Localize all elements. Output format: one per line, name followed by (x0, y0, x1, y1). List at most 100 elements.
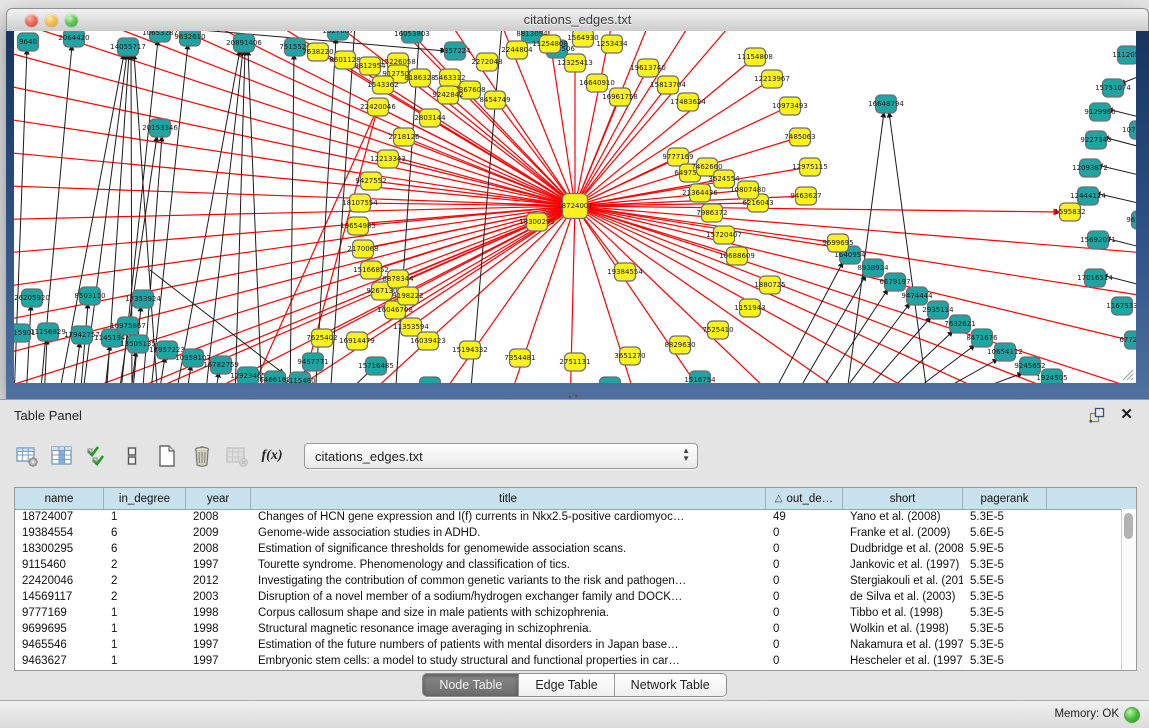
table-cell-title[interactable]: Investigating the contribution of common… (251, 574, 766, 590)
table-row[interactable]: 969969511998Structural magnetic resonanc… (15, 622, 1136, 638)
graph-edge[interactable] (104, 345, 110, 383)
table-row[interactable]: 946362711997Embryonic stem cells: a mode… (15, 654, 1136, 670)
table-cell-short[interactable]: Franke et al. (2009) (843, 526, 963, 542)
table-cell-short[interactable]: Jankovic et al. (1997) (843, 558, 963, 574)
tab-edge-table[interactable]: Edge Table (519, 674, 614, 696)
table-cell-title[interactable]: Estimation of significance thresholds fo… (251, 542, 766, 558)
table-cell-name[interactable]: 9465546 (15, 638, 104, 654)
table-row[interactable]: 946554611997Estimation of the future num… (15, 638, 1136, 654)
table-cell-pagerank[interactable]: 5.3E-5 (963, 638, 1047, 654)
table-cell-pagerank[interactable]: 5.3E-5 (963, 606, 1047, 622)
table-cell-name[interactable]: 22420046 (15, 574, 104, 590)
table-cell-short[interactable]: Hescheler et al. (1997) (843, 654, 963, 670)
column-header-year[interactable]: year (186, 488, 251, 509)
table-row[interactable]: 2242004622012Investigating the contribut… (15, 574, 1136, 590)
table-row[interactable]: 1938455462009Genome-wide association stu… (15, 526, 1136, 542)
table-cell-title[interactable]: Changes of HCN gene expression and I(f) … (251, 510, 766, 526)
table-cell-in_degree[interactable]: 6 (104, 542, 186, 558)
table-cell-year[interactable]: 1997 (186, 558, 251, 574)
table-cell-in_degree[interactable]: 1 (104, 606, 186, 622)
table-cell-in_degree[interactable]: 2 (104, 590, 186, 606)
float-panel-icon[interactable] (1089, 407, 1105, 423)
table-cell-short[interactable]: Yano et al. (2008) (843, 510, 963, 526)
table-select-dropdown[interactable]: citations_edges.txt ▲▼ (304, 443, 698, 469)
delete-column-button[interactable] (189, 443, 215, 469)
table-cell-out_de[interactable]: 0 (766, 558, 843, 574)
graph-edge[interactable] (26, 305, 31, 383)
table-cell-title[interactable]: Corpus callosum shape and size in male p… (251, 606, 766, 622)
function-builder-button[interactable]: f(x) (259, 443, 285, 469)
graph-edge[interactable] (398, 206, 575, 279)
table-cell-title[interactable]: Embryonic stem cells: a model to study s… (251, 654, 766, 670)
graph-edge[interactable] (235, 50, 245, 383)
table-cell-pagerank[interactable]: 5.3E-5 (963, 622, 1047, 638)
graph-edge[interactable] (290, 54, 294, 383)
table-cell-pagerank[interactable]: 5.3E-5 (963, 558, 1047, 574)
graph-edge[interactable] (837, 303, 910, 383)
table-cell-pagerank[interactable]: 5.9E-5 (963, 542, 1047, 558)
graph-edge[interactable] (880, 331, 953, 383)
table-cell-short[interactable]: Stergiakouli et al. (2012) (843, 574, 963, 590)
table-cell-title[interactable]: Tourette syndrome. Phenomenology and cla… (251, 558, 766, 574)
table-cell-name[interactable]: 9777169 (15, 606, 104, 622)
table-row[interactable]: 1872400712008Changes of HCN gene express… (15, 510, 1136, 526)
network-canvas[interactable]: 9640206442014055717106532879632610208914… (14, 31, 1136, 383)
table-cell-in_degree[interactable]: 1 (104, 654, 186, 670)
table-cell-out_de[interactable]: 0 (766, 606, 843, 622)
table-cell-short[interactable]: Wolkin et al. (1998) (843, 622, 963, 638)
table-cell-year[interactable]: 2008 (186, 510, 251, 526)
table-cell-in_degree[interactable]: 2 (104, 558, 186, 574)
graph-edge[interactable] (248, 50, 262, 383)
table-cell-name[interactable]: 9115460 (15, 558, 104, 574)
table-settings-button[interactable] (14, 443, 40, 469)
table-row[interactable]: 977716911998Corpus callosum shape and si… (15, 606, 1136, 622)
table-cell-name[interactable]: 14569117 (15, 590, 104, 606)
table-cell-short[interactable]: Nakamura et al. (1997) (843, 638, 963, 654)
table-cell-year[interactable]: 2009 (186, 526, 251, 542)
delete-table-button-disabled[interactable] (224, 443, 250, 469)
table-cell-name[interactable]: 9699695 (15, 622, 104, 638)
column-header-name[interactable]: name (15, 488, 104, 509)
graph-edge[interactable] (72, 342, 80, 383)
table-cell-out_de[interactable]: 0 (766, 526, 843, 542)
graph-edge[interactable] (575, 206, 1060, 212)
table-cell-short[interactable]: Tibbo et al. (1998) (843, 606, 963, 622)
column-header-pagerank[interactable]: pagerank (963, 488, 1047, 509)
table-cell-pagerank[interactable]: 5.3E-5 (963, 654, 1047, 670)
table-cell-in_degree[interactable]: 6 (104, 526, 186, 542)
row-options-button[interactable] (119, 443, 145, 469)
scrollbar-thumb[interactable] (1124, 513, 1133, 539)
tab-node-table[interactable]: Node Table (423, 674, 519, 696)
graph-edge[interactable] (902, 345, 975, 383)
table-cell-in_degree[interactable]: 1 (104, 510, 186, 526)
table-row[interactable]: 911546021997Tourette syndrome. Phenomeno… (15, 558, 1136, 574)
table-cell-pagerank[interactable]: 5.3E-5 (963, 590, 1047, 606)
close-panel-icon[interactable]: ✕ (1120, 405, 1133, 423)
table-cell-pagerank[interactable]: 5.5E-5 (963, 574, 1047, 590)
graph-edge[interactable] (925, 359, 998, 383)
new-column-button[interactable] (154, 443, 180, 469)
table-cell-out_de[interactable]: 49 (766, 510, 843, 526)
table-cell-year[interactable]: 2008 (186, 542, 251, 558)
table-cell-name[interactable]: 18300295 (15, 542, 104, 558)
table-cell-year[interactable]: 1997 (186, 638, 251, 654)
table-cell-year[interactable]: 2003 (186, 590, 251, 606)
table-cell-short[interactable]: Dudbridge et al. (2008) (843, 542, 963, 558)
table-cell-pagerank[interactable]: 5.3E-5 (963, 510, 1047, 526)
column-header-out_de[interactable]: △out_de… (766, 488, 843, 509)
memory-status-led-icon[interactable] (1124, 707, 1140, 723)
table-row[interactable]: 1830029562008Estimation of significance … (15, 542, 1136, 558)
table-cell-in_degree[interactable]: 1 (104, 622, 186, 638)
graph-edge[interactable] (430, 118, 575, 206)
canvas-resize-grip[interactable] (1120, 367, 1134, 381)
table-cell-title[interactable]: Estimation of the future numbers of pati… (251, 638, 766, 654)
table-cell-out_de[interactable]: 0 (766, 654, 843, 670)
tab-network-table[interactable]: Network Table (615, 674, 726, 696)
column-header-short[interactable]: short (843, 488, 963, 509)
table-cell-out_de[interactable]: 0 (766, 542, 843, 558)
graph-edge[interactable] (430, 206, 575, 383)
table-cell-title[interactable]: Disruption of a novel member of a sodium… (251, 590, 766, 606)
select-all-button[interactable] (84, 443, 110, 469)
table-cell-in_degree[interactable]: 2 (104, 574, 186, 590)
table-cell-out_de[interactable]: 0 (766, 622, 843, 638)
